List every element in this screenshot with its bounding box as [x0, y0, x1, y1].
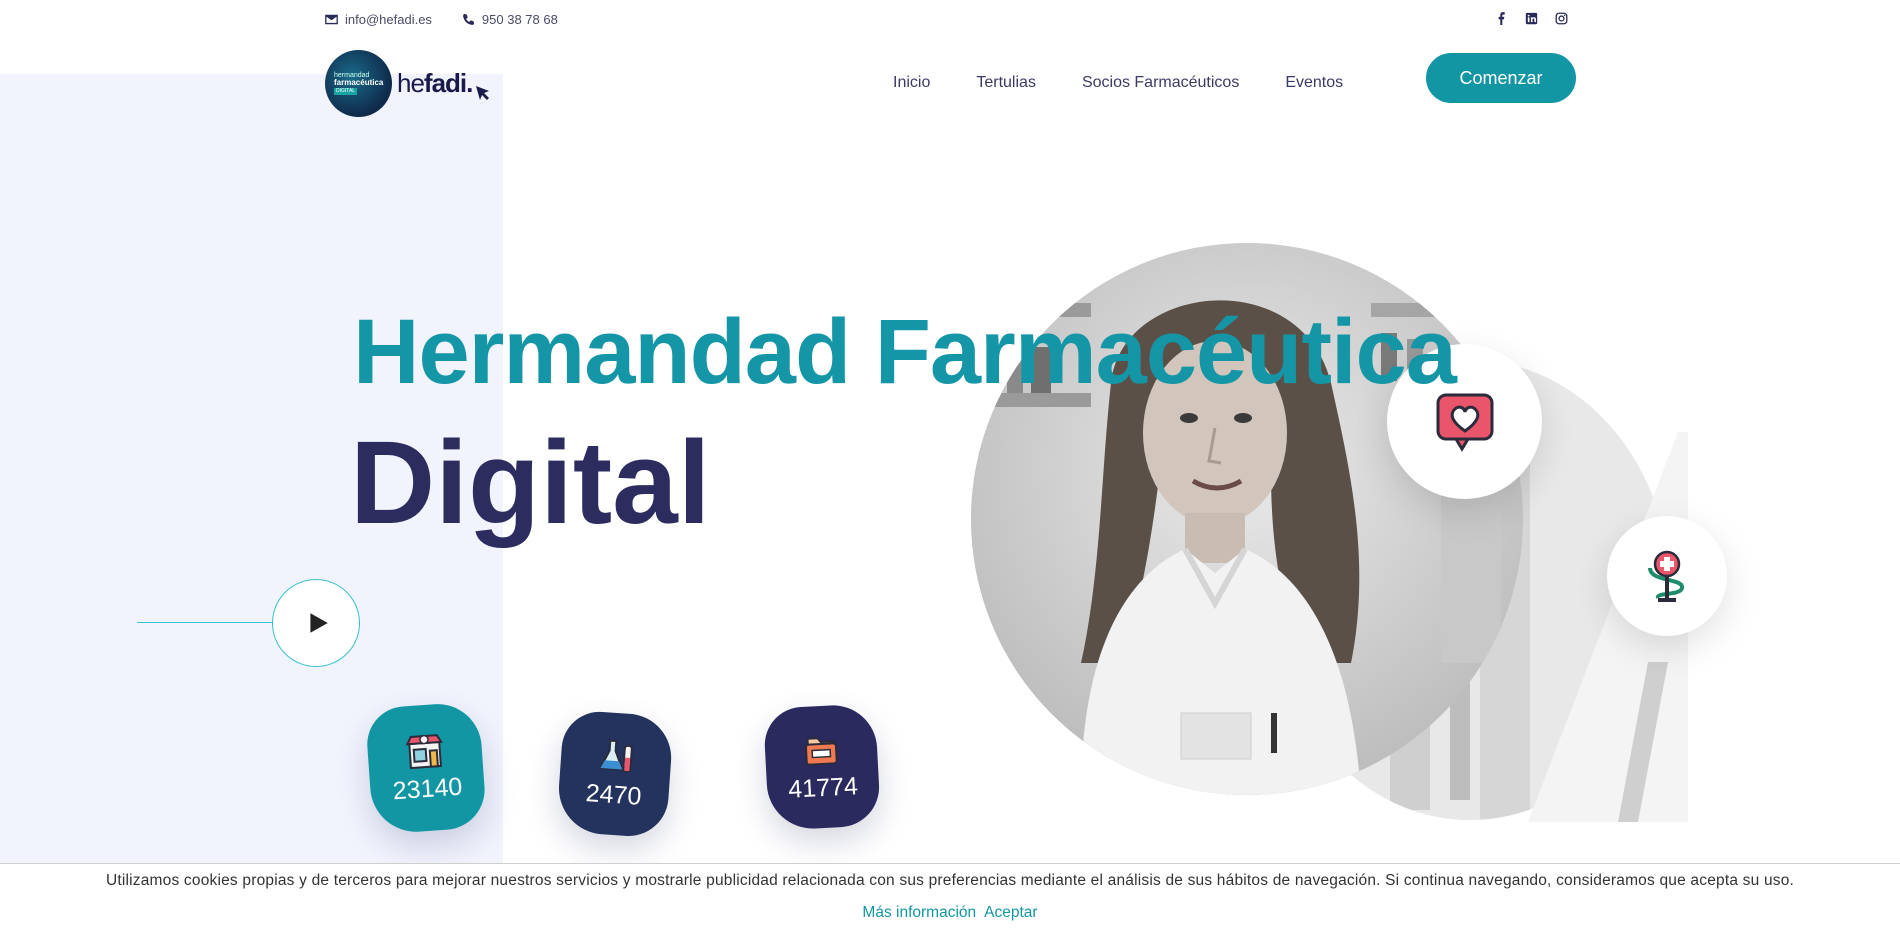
pharmacy-store-icon	[405, 733, 443, 769]
cookie-accept-link[interactable]: Aceptar	[984, 904, 1037, 922]
play-video-button[interactable]	[272, 579, 360, 667]
stat-card-medicines: 41774	[762, 703, 882, 831]
nav-item-eventos[interactable]: Eventos	[1285, 74, 1343, 92]
nav-item-tertulias[interactable]: Tertulias	[976, 74, 1036, 92]
stat-value-labs: 2470	[584, 778, 643, 811]
logo-line3: DIGITAL	[334, 88, 358, 95]
logo-line2: farmacéutica	[334, 78, 384, 87]
cookie-more-info-link[interactable]: Más información	[862, 904, 976, 922]
pharmacy-caduceus-icon	[1648, 550, 1684, 602]
email-link[interactable]: info@hefadi.es	[325, 12, 432, 27]
contact-bar: info@hefadi.es 950 38 78 68	[325, 12, 558, 27]
phone-text: 950 38 78 68	[481, 12, 558, 27]
nav-item-socios[interactable]: Socios Farmacéuticos	[1082, 74, 1239, 92]
cookie-actions: Más información Aceptar	[0, 904, 1900, 922]
phone-link[interactable]: 950 38 78 68	[462, 12, 558, 27]
lab-flasks-icon	[598, 739, 633, 773]
instagram-icon[interactable]	[1554, 11, 1568, 25]
cookie-message: Utilizamos cookies propias y de terceros…	[105, 872, 1795, 889]
hero-title-line2: Digital	[350, 417, 711, 549]
envelope-icon	[325, 14, 338, 25]
hero-title-line1: Hermandad Farmacéutica	[353, 301, 1457, 403]
stat-card-pharmacies: 23140	[364, 701, 488, 835]
social-links	[1494, 11, 1568, 25]
play-icon	[310, 613, 328, 633]
logo-wordmark: hefadi.	[397, 68, 473, 98]
stat-value-pharmacies: 23140	[391, 772, 464, 805]
play-line	[137, 622, 272, 623]
nav-item-inicio[interactable]: Inicio	[893, 74, 930, 92]
caduceus-badge	[1607, 516, 1727, 636]
main-nav: Inicio Tertulias Socios Farmacéuticos Ev…	[893, 74, 1343, 92]
cursor-icon	[476, 85, 490, 100]
site-logo[interactable]: hermandad farmacéutica DIGITAL hefadi.	[325, 50, 492, 117]
logo-badge: hermandad farmacéutica DIGITAL	[325, 50, 392, 117]
comenzar-button[interactable]: Comenzar	[1426, 53, 1576, 103]
facebook-icon[interactable]	[1494, 11, 1508, 25]
email-text: info@hefadi.es	[345, 12, 432, 27]
medicine-box-icon	[804, 736, 838, 766]
page: info@hefadi.es 950 38 78 68 hermandad fa…	[0, 0, 1900, 936]
phone-icon	[463, 13, 475, 25]
cookie-banner: Utilizamos cookies propias y de terceros…	[0, 863, 1900, 936]
linkedin-icon[interactable]	[1524, 11, 1538, 25]
stat-card-labs: 2470	[555, 709, 675, 839]
stat-value-medicines: 41774	[787, 771, 859, 804]
